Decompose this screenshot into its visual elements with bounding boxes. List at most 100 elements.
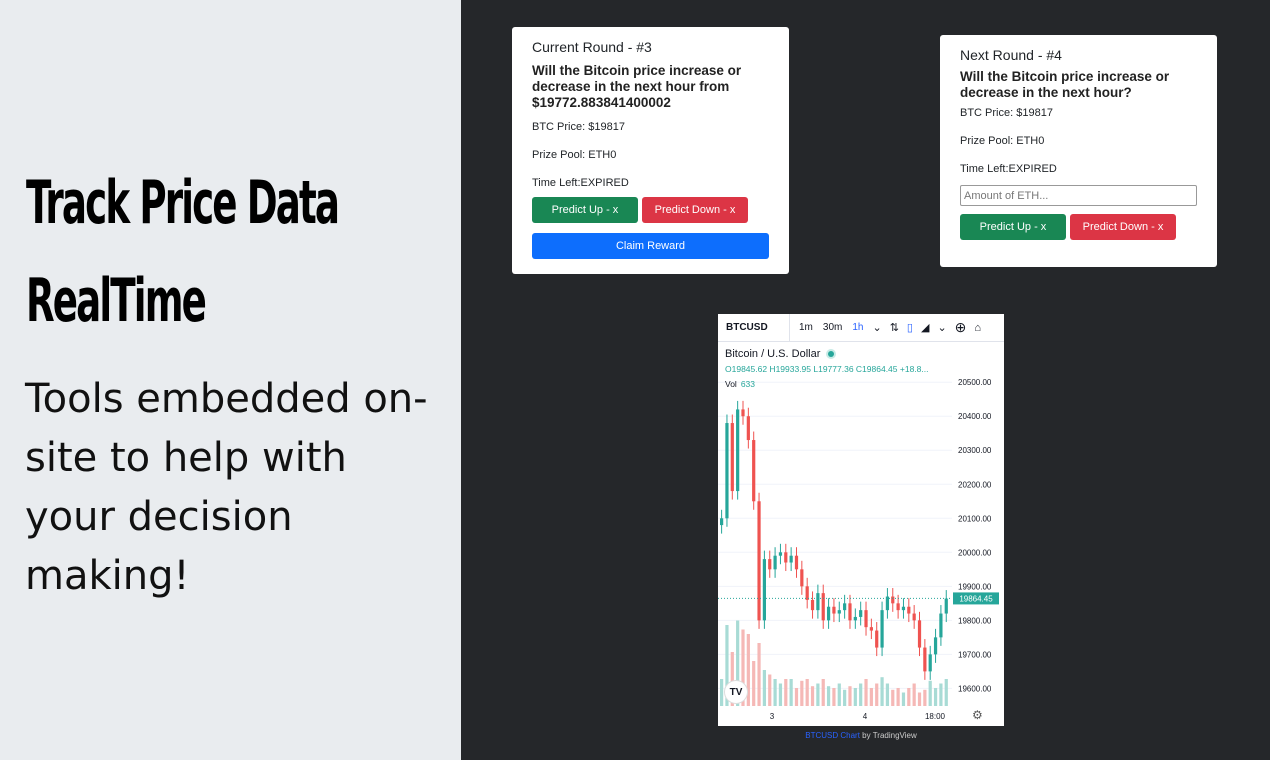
candle bbox=[928, 654, 932, 672]
candle bbox=[912, 613, 916, 621]
headline-line-1: Track Price Data bbox=[26, 168, 340, 238]
volume-bar bbox=[757, 643, 761, 706]
volume-bar bbox=[843, 689, 847, 706]
chevron-down-icon[interactable]: ⌄ bbox=[933, 321, 950, 334]
last-price-label: 19864.45 bbox=[959, 594, 993, 603]
candle bbox=[816, 593, 820, 611]
volume-bar bbox=[923, 689, 927, 706]
next-round-title: Next Round - #4 bbox=[960, 47, 1062, 63]
next-predict-up-button[interactable]: Predict Up - x bbox=[960, 214, 1066, 240]
volume-bar bbox=[917, 692, 922, 706]
volume-bar bbox=[928, 680, 932, 706]
y-tick-label: 20100.00 bbox=[958, 514, 992, 523]
candle bbox=[837, 610, 841, 614]
candle bbox=[805, 586, 809, 600]
candle bbox=[730, 423, 734, 492]
volume-bar bbox=[944, 679, 948, 706]
tradingview-logo-icon[interactable]: TV bbox=[724, 680, 748, 704]
volume-bar bbox=[762, 670, 766, 706]
volume-bar bbox=[869, 688, 873, 706]
volume-bar bbox=[933, 688, 938, 706]
candle bbox=[741, 409, 745, 417]
current-round-title: Current Round - #3 bbox=[532, 39, 652, 55]
current-round-question: Will the Bitcoin price increase or decre… bbox=[532, 63, 742, 110]
home-icon[interactable]: ⌂ bbox=[970, 322, 985, 334]
candle bbox=[896, 603, 900, 611]
volume-bar bbox=[912, 683, 916, 706]
y-tick-label: 20400.00 bbox=[958, 412, 992, 421]
volume-bar bbox=[885, 683, 890, 706]
attribution-link[interactable]: BTCUSD Chart bbox=[805, 731, 860, 740]
volume-label: Vol bbox=[725, 379, 737, 389]
next-prize-pool: Prize Pool: ETH0 bbox=[960, 135, 1045, 147]
candle bbox=[923, 647, 927, 672]
candle bbox=[891, 596, 895, 604]
candle bbox=[875, 630, 879, 648]
candles-icon[interactable]: ▯ bbox=[903, 321, 917, 334]
candle bbox=[880, 610, 884, 648]
candle bbox=[869, 627, 873, 631]
eth-amount-input[interactable] bbox=[960, 185, 1197, 206]
candle bbox=[768, 559, 772, 570]
candle bbox=[864, 610, 868, 628]
candle bbox=[736, 409, 740, 492]
y-tick-label: 19700.00 bbox=[958, 650, 992, 659]
price-chart[interactable]: 20500.00 20400.00 20300.00 20200.00 20100.00… bbox=[718, 342, 1004, 726]
candle bbox=[853, 616, 857, 621]
interval-1m[interactable]: 1m bbox=[794, 322, 818, 333]
candle bbox=[800, 569, 804, 587]
candle bbox=[762, 559, 766, 621]
candle bbox=[826, 606, 831, 621]
y-tick-label: 19600.00 bbox=[958, 684, 992, 693]
symbol-selector[interactable]: BTCUSD bbox=[718, 314, 790, 341]
ohlc-readout: O19845.62 H19933.95 L19777.36 C19864.45 … bbox=[725, 364, 929, 374]
add-indicator-icon[interactable]: ⊕ bbox=[951, 319, 971, 336]
y-tick-label: 19800.00 bbox=[958, 616, 992, 625]
volume-bar bbox=[794, 688, 799, 706]
y-tick-label: 20500.00 bbox=[958, 378, 992, 387]
interval-1h[interactable]: 1h bbox=[847, 322, 868, 333]
volume-bar bbox=[848, 686, 852, 706]
x-tick-label: 4 bbox=[863, 712, 868, 721]
interval-30m[interactable]: 30m bbox=[818, 322, 847, 333]
volume-bar bbox=[896, 688, 900, 706]
current-btc-price: BTC Price: $19817 bbox=[532, 121, 625, 133]
volume-bar bbox=[880, 677, 884, 706]
chevron-down-icon[interactable]: ⌄ bbox=[868, 321, 885, 334]
settings-gear-icon[interactable]: ⚙ bbox=[972, 708, 983, 722]
volume-bar bbox=[837, 683, 841, 706]
volume-bar bbox=[752, 661, 756, 706]
volume-bar bbox=[778, 683, 783, 706]
x-tick-label: 18:00 bbox=[925, 712, 946, 721]
candle bbox=[848, 603, 852, 621]
claim-reward-button[interactable]: Claim Reward bbox=[532, 233, 769, 259]
candle bbox=[821, 593, 825, 621]
volume-bar bbox=[832, 688, 836, 706]
compare-icon[interactable]: ⇅ bbox=[886, 321, 903, 334]
volume-bar bbox=[768, 674, 772, 706]
next-predict-down-button[interactable]: Predict Down - x bbox=[1070, 214, 1176, 240]
y-tick-label: 20000.00 bbox=[958, 548, 992, 557]
candle bbox=[939, 613, 943, 638]
y-tick-label: 20300.00 bbox=[958, 446, 992, 455]
current-prize-pool: Prize Pool: ETH0 bbox=[532, 149, 617, 161]
candle bbox=[784, 552, 788, 563]
volume-bar bbox=[939, 683, 943, 706]
candle bbox=[720, 518, 724, 526]
current-predict-down-button[interactable]: Predict Down - x bbox=[642, 197, 748, 223]
tradingview-widget: BTCUSD 1m 30m 1h ⌄ ⇅ ▯ ◢ ⌄ ⊕ ⌂ 20500.00 2… bbox=[718, 314, 1004, 726]
candle bbox=[933, 637, 938, 655]
volume-bar bbox=[901, 692, 906, 706]
instrument-name: Bitcoin / U.S. Dollar bbox=[725, 348, 835, 360]
candle bbox=[859, 610, 863, 617]
volume-bar bbox=[821, 679, 825, 706]
volume-readout: Vol 633 bbox=[725, 379, 755, 389]
current-predict-up-button[interactable]: Predict Up - x bbox=[532, 197, 638, 223]
next-time-left: Time Left:EXPIRED bbox=[960, 163, 1057, 175]
attribution-by: by TradingView bbox=[859, 731, 917, 740]
x-tick-label: 3 bbox=[770, 712, 775, 721]
candle bbox=[832, 606, 836, 614]
candle bbox=[773, 555, 777, 570]
candle bbox=[901, 606, 906, 611]
area-chart-icon[interactable]: ◢ bbox=[917, 321, 933, 334]
